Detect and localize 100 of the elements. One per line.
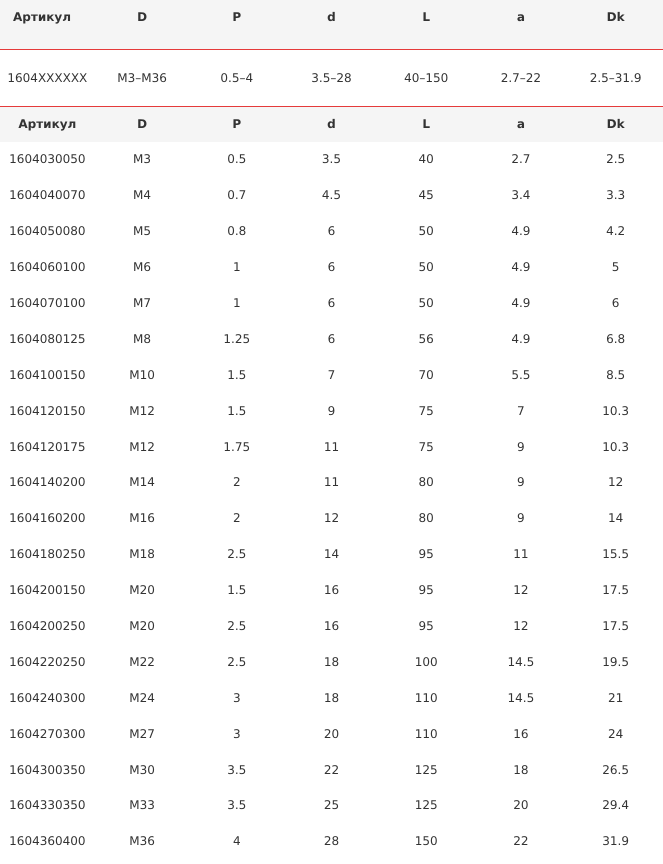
table-cell: 20 — [513, 798, 528, 812]
table-cell: 6 — [328, 296, 336, 310]
table-cell: 1 — [232, 296, 241, 310]
table-cell: 21 — [608, 690, 624, 705]
table-cell: 3.4 — [511, 188, 530, 202]
table-cell: 1604200150 — [9, 583, 86, 598]
column-header: D — [137, 10, 148, 24]
table-cell: 14.5 — [508, 690, 534, 705]
column-header: Dk — [606, 10, 625, 24]
table-cell: 2.5–31.9 — [590, 70, 642, 84]
table-cell: 10.3 — [602, 440, 629, 454]
table-cell: M7 — [133, 296, 152, 310]
table-cell: 3.3 — [606, 188, 626, 202]
table-cell: 12 — [608, 475, 624, 490]
table-cell: 1604200250 — [9, 619, 86, 634]
table-cell: 75 — [418, 404, 434, 418]
table-cell: 3 — [232, 726, 241, 741]
table-cell: 1604070100 — [9, 296, 86, 310]
table-cell: M3–M36 — [117, 70, 167, 84]
table-cell: 28 — [324, 834, 340, 848]
table-cell: 15.5 — [602, 547, 629, 562]
table-cell: M12 — [129, 440, 155, 454]
table-cell: 50 — [418, 296, 434, 310]
table-cell: M18 — [129, 547, 155, 562]
table-cell: 6 — [328, 260, 336, 274]
table-cell: M16 — [129, 511, 155, 526]
table-cell: 4.9 — [511, 296, 530, 310]
table-cell: 2 — [232, 475, 241, 490]
table-cell: 6 — [612, 296, 620, 310]
column-header: a — [516, 10, 525, 24]
table-cell: 4 — [232, 834, 241, 848]
table-cell: M4 — [133, 188, 152, 202]
table-cell: 1604060100 — [9, 260, 86, 274]
table-cell: 1604120150 — [9, 404, 86, 418]
table-cell: 6 — [328, 332, 336, 346]
table-cell: 1 — [232, 260, 241, 274]
table-cell: 1604120175 — [9, 440, 86, 454]
table-cell: 4.9 — [511, 260, 530, 274]
table-cell: 95 — [418, 547, 434, 562]
column-header: Артикул — [13, 10, 71, 24]
table-cell: 1604080125 — [9, 332, 86, 346]
table-cell: M5 — [133, 224, 152, 238]
table-cell: M6 — [133, 260, 152, 274]
table-cell: 1604330350 — [9, 798, 86, 812]
table-cell: 2.5 — [227, 547, 246, 562]
table-cell: 4.2 — [606, 224, 626, 238]
table-cell: 80 — [418, 511, 434, 526]
table-cell: 100 — [414, 654, 438, 669]
table-cell: 14.5 — [508, 654, 534, 669]
table-cell: 17.5 — [602, 619, 629, 634]
table-cell: 1.25 — [223, 332, 250, 346]
table-cell: 6.8 — [606, 332, 626, 346]
column-header: P — [232, 10, 242, 24]
column-header: D — [137, 117, 148, 131]
table-cell: 2.5 — [606, 152, 626, 166]
table-cell: 2.7 — [511, 152, 530, 166]
table-cell: 150 — [414, 834, 438, 848]
column-header: L — [422, 10, 430, 24]
table-cell: 0.5 — [227, 152, 246, 166]
table-cell: 3.5 — [227, 762, 246, 777]
table-cell: 18 — [324, 654, 340, 669]
table-cell: 50 — [418, 224, 434, 238]
table-cell: 16 — [324, 619, 340, 634]
table-cell: 12 — [324, 511, 340, 526]
table-cell: 6 — [328, 224, 336, 238]
table-cell: 4.5 — [322, 188, 341, 202]
table-cell: 1604270300 — [9, 726, 86, 741]
table-cell: 1604140200 — [9, 475, 86, 490]
table-cell: 70 — [418, 368, 434, 382]
table-cell: M20 — [129, 619, 155, 634]
table-cell: 2.7–22 — [500, 70, 542, 84]
table-cell: 2.5 — [227, 654, 246, 669]
table-cell: 10.3 — [602, 404, 629, 418]
column-header: Артикул — [18, 117, 76, 131]
table-cell: 14 — [324, 547, 340, 562]
table-cell: 40 — [418, 152, 434, 166]
table-cell: 24 — [608, 726, 624, 741]
table-cell: 17.5 — [602, 583, 629, 598]
column-header: d — [327, 10, 336, 24]
table-cell: 1604180250 — [9, 547, 86, 562]
table-cell: 5 — [612, 260, 620, 274]
table-cell: 125 — [414, 762, 438, 777]
column-header: L — [422, 117, 430, 131]
table-cell: 1.5 — [227, 368, 246, 382]
table-cell: 19.5 — [602, 654, 629, 669]
table-cell: M3 — [133, 152, 152, 166]
table-cell: 9 — [328, 404, 336, 418]
table-cell: 7 — [328, 368, 336, 382]
table-cell: 26.5 — [602, 762, 629, 777]
table-cell: 0.7 — [227, 188, 246, 202]
table-cell: 9 — [517, 511, 525, 526]
table-cell: 25 — [324, 798, 340, 812]
table-cell: M12 — [129, 404, 155, 418]
table-cell: M14 — [129, 475, 155, 490]
table-cell: M22 — [129, 654, 155, 669]
column-header: a — [516, 117, 525, 131]
table-cell: 5.5 — [511, 368, 530, 382]
table-cell: 8.5 — [606, 368, 626, 382]
table-cell: 7 — [517, 404, 525, 418]
table-cell: M20 — [129, 583, 155, 598]
